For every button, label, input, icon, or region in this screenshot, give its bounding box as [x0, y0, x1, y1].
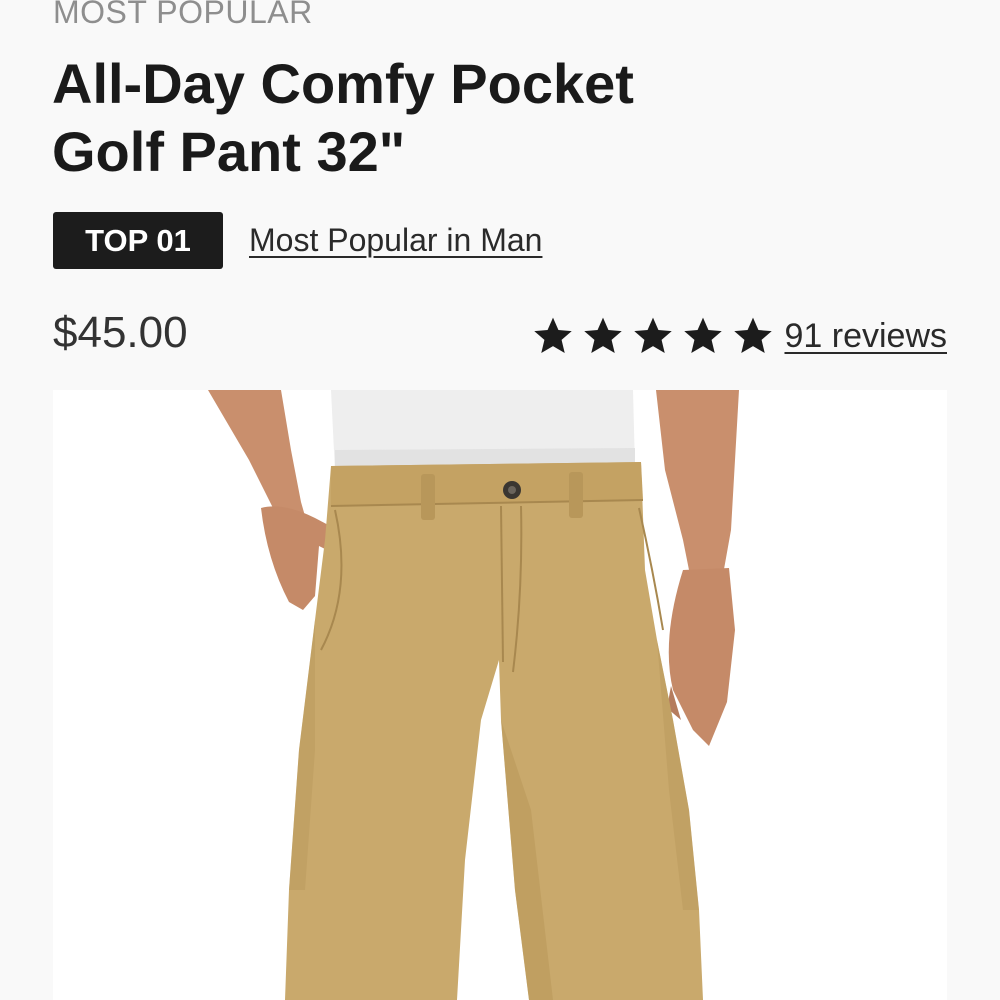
rank-badge: TOP 01: [53, 212, 223, 269]
star-icon: [634, 317, 673, 353]
star-rating: [532, 315, 782, 357]
product-title: All-Day Comfy Pocket Golf Pant 32": [52, 52, 634, 183]
rating-summary[interactable]: 91 reviews: [532, 312, 947, 360]
reviews-link[interactable]: 91 reviews: [784, 317, 947, 356]
rank-row: TOP 01 Most Popular in Man: [53, 212, 542, 269]
star-icon: [734, 317, 773, 353]
star-icon: [584, 317, 623, 353]
product-image[interactable]: [53, 390, 947, 1000]
product-detail-page: MOST POPULAR All-Day Comfy Pocket Golf P…: [0, 0, 1000, 1000]
eyebrow-label: MOST POPULAR: [53, 0, 313, 30]
star-icon: [684, 317, 723, 353]
product-photo-illustration: [53, 390, 947, 1000]
product-price: $45.00: [53, 308, 188, 357]
most-popular-category-link[interactable]: Most Popular in Man: [249, 222, 542, 259]
star-icon: [534, 317, 573, 353]
